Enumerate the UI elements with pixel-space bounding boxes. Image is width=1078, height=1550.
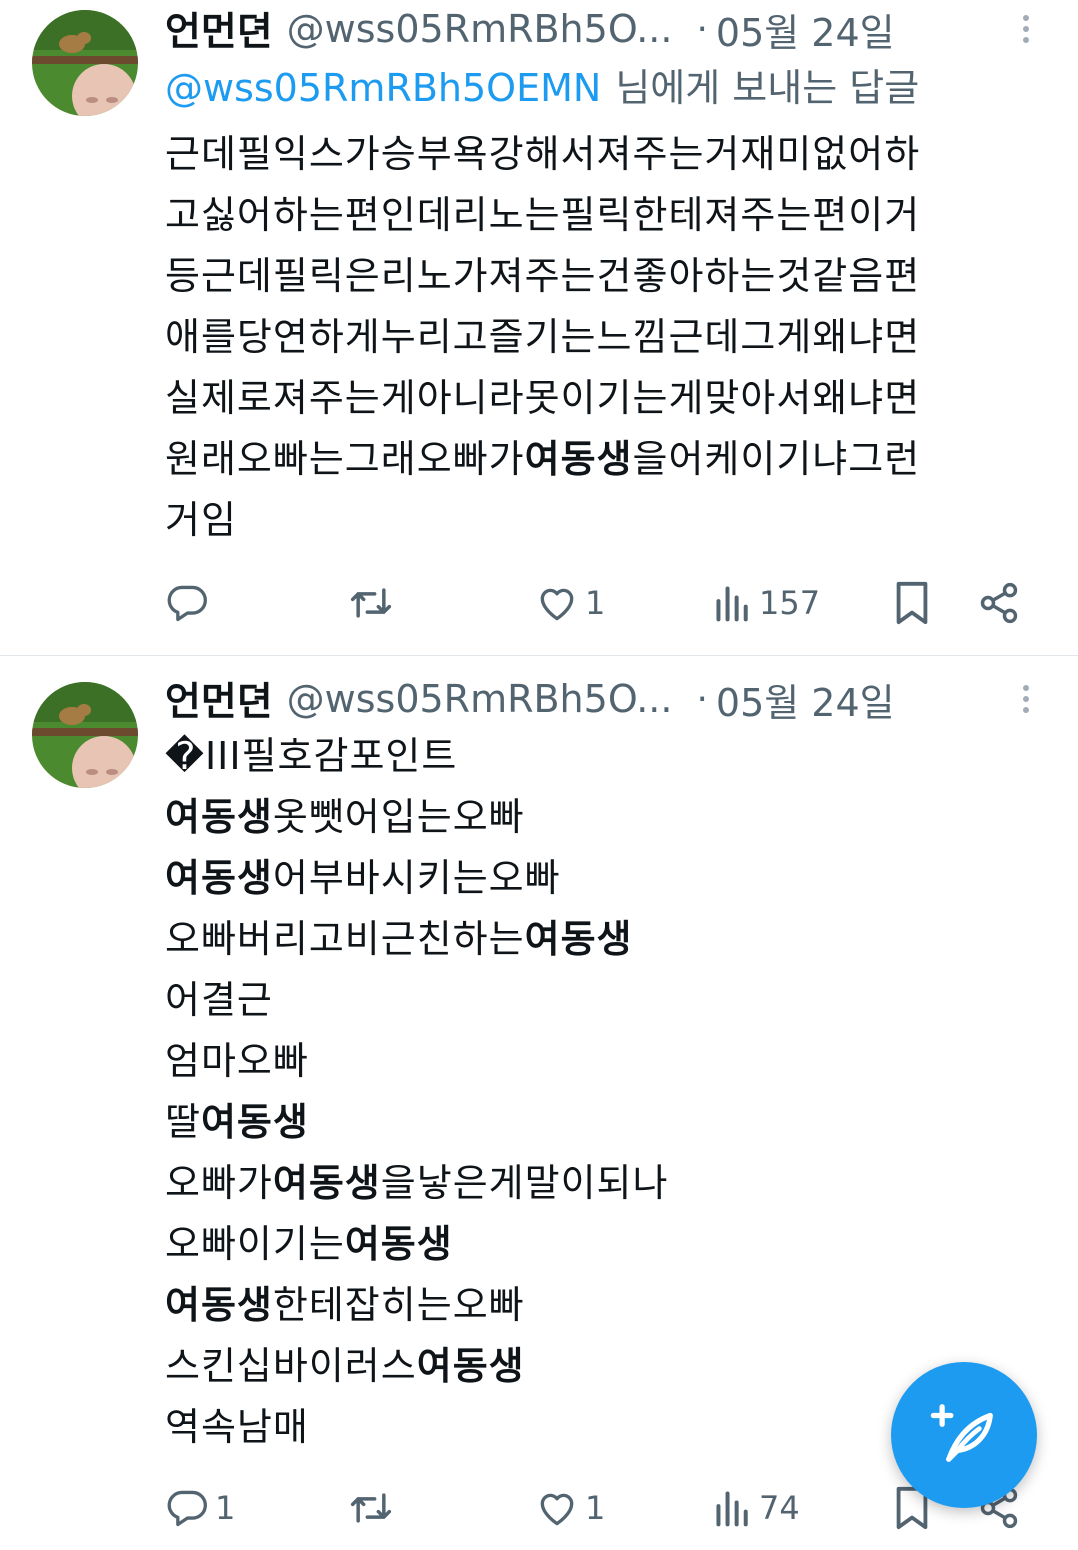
text-line: 딸여동생 [165,1092,1038,1153]
more-vertical-icon[interactable] [1004,676,1048,722]
heart-icon [535,1486,579,1530]
text-segment: 오빠버리고비근친하는 [165,917,525,961]
action-bar: 1 157 [165,573,1035,633]
reply-icon [165,581,209,625]
like-count: 1 [585,1489,606,1527]
text-line: 애를당연하게누리고즐기는느낌근데그게왜냐면 [165,307,1038,368]
text-line: 원래오빠는그래오빠가여동생을어케이기냐그런 [165,429,1038,490]
text-segment: 등근데필릭은리노가져주는건좋아하는것같음편 [165,254,921,298]
tweet-header: 언먼뎐 @wss05RmRBh5O... · 05월 24일 [165,1,1048,57]
author-name[interactable]: 언먼뎐 [165,1,273,57]
highlighted-text: 여동생 [165,795,273,839]
heart-icon [535,581,579,625]
more-vertical-icon[interactable] [1004,6,1048,52]
separator-dot: · [696,8,708,50]
text-line: 여동생어부바시키는오빠 [165,848,1038,909]
bookmark-icon [892,580,932,626]
author-handle[interactable]: @wss05RmRBh5O... [287,7,673,51]
text-line: 어결근 [165,970,1038,1031]
text-line: 등근데필릭은리노가져주는건좋아하는것같음편 [165,246,1038,307]
views-count: 157 [759,584,821,622]
text-segment: �III필호감포인트 [165,734,458,778]
tweet-date[interactable]: 05월 24일 [716,672,895,727]
text-segment: 딸 [165,1100,201,1144]
highlighted-text: 여동생 [165,1283,273,1327]
text-line: 거임 [165,490,1038,551]
highlighted-text: 여동생 [524,437,633,481]
text-segment: 어부바시키는오빠 [272,856,561,900]
text-segment: 원래오빠는그래오빠가 [165,437,525,481]
reply-context: @wss05RmRBh5OEMN 님에게 보내는 답글 [165,62,919,114]
reply-count: 1 [215,1489,236,1527]
text-segment: 스킨십바이러스 [165,1344,417,1388]
reply-button[interactable] [165,573,215,633]
views-icon [713,1486,753,1530]
like-button[interactable]: 1 [535,573,605,633]
tweet-date[interactable]: 05월 24일 [716,2,895,57]
reply-icon [165,1486,209,1530]
like-button[interactable]: 1 [535,1478,605,1538]
tweet-text: 근데필익스가승부욕강해서져주는거재미없어하고싫어하는편인데리노는필릭한테져주는편… [165,124,1038,551]
highlighted-text: 여동생 [344,1222,453,1266]
text-segment: 엄마오빠 [165,1039,309,1083]
text-segment: 오빠가 [165,1161,273,1205]
text-segment: 한테잡히는오빠 [272,1283,525,1327]
views-icon [713,581,753,625]
views-button[interactable]: 157 [713,573,820,633]
text-segment: 어결근 [165,978,273,1022]
text-line: 여동생한테잡히는오빠 [165,1275,1038,1336]
text-line: 근데필익스가승부욕강해서져주는거재미없어하 [165,124,1038,185]
bookmark-button[interactable] [892,573,932,633]
text-line: �III필호감포인트 [165,726,1038,787]
retweet-button[interactable] [347,1478,401,1538]
text-line: 엄마오빠 [165,1031,1038,1092]
text-segment: 역속남매 [165,1405,309,1449]
retweet-icon [347,581,395,625]
tweet[interactable]: 언먼뎐 @wss05RmRBh5O... · 05월 24일 @wss05RmR… [0,0,1078,655]
avatar[interactable] [32,682,138,788]
text-segment: 옷뺏어입는오빠 [272,795,525,839]
text-segment: 애를당연하게누리고즐기는느낌근데그게왜냐면 [165,315,921,359]
views-button[interactable]: 74 [713,1478,800,1538]
text-segment: 거임 [165,498,237,542]
text-segment: 오빠이기는 [165,1222,345,1266]
views-count: 74 [759,1489,800,1527]
text-segment: 근데필익스가승부욕강해서져주는거재미없어하 [165,132,921,176]
highlighted-text: 여동생 [272,1161,381,1205]
text-line: 오빠버리고비근친하는여동생 [165,909,1038,970]
text-segment: 실제로져주는게아니라못이기는게맞아서왜냐면 [165,376,921,420]
text-segment: 을낳은게말이되나 [380,1161,669,1205]
reply-button[interactable]: 1 [165,1478,235,1538]
separator-dot: · [696,678,708,720]
retweet-icon [347,1486,395,1530]
avatar[interactable] [32,10,138,116]
retweet-button[interactable] [347,573,401,633]
text-segment: 고싫어하는편인데리노는필릭한테져주는편이거 [165,193,921,237]
share-icon [977,581,1021,625]
tweet-header: 언먼뎐 @wss05RmRBh5O... · 05월 24일 [165,671,1048,727]
highlighted-text: 여동생 [165,856,273,900]
author-name[interactable]: 언먼뎐 [165,671,273,727]
text-line: 실제로져주는게아니라못이기는게맞아서왜냐면 [165,368,1038,429]
author-handle[interactable]: @wss05RmRBh5O... [287,677,673,721]
reply-suffix: 님에게 보내는 답글 [615,66,920,110]
reply-to-handle[interactable]: @wss05RmRBh5OEMN [165,66,601,110]
highlighted-text: 여동생 [524,917,633,961]
like-count: 1 [585,584,606,622]
text-line: 고싫어하는편인데리노는필릭한테져주는편이거 [165,185,1038,246]
compose-button[interactable] [891,1362,1037,1508]
tweet-text: �III필호감포인트 여동생옷뺏어입는오빠 여동생어부바시키는오빠 오빠버리고비근친하… [165,726,1038,1458]
text-line: 오빠이기는여동생 [165,1214,1038,1275]
share-button[interactable] [977,573,1021,633]
text-line: 오빠가여동생을낳은게말이되나 [165,1153,1038,1214]
highlighted-text: 여동생 [200,1100,309,1144]
compose-feather-icon [929,1398,999,1472]
highlighted-text: 여동생 [416,1344,525,1388]
text-line: 여동생옷뺏어입는오빠 [165,787,1038,848]
text-segment: 을어케이기냐그런 [632,437,921,481]
action-bar: 1 1 74 [165,1478,1035,1538]
